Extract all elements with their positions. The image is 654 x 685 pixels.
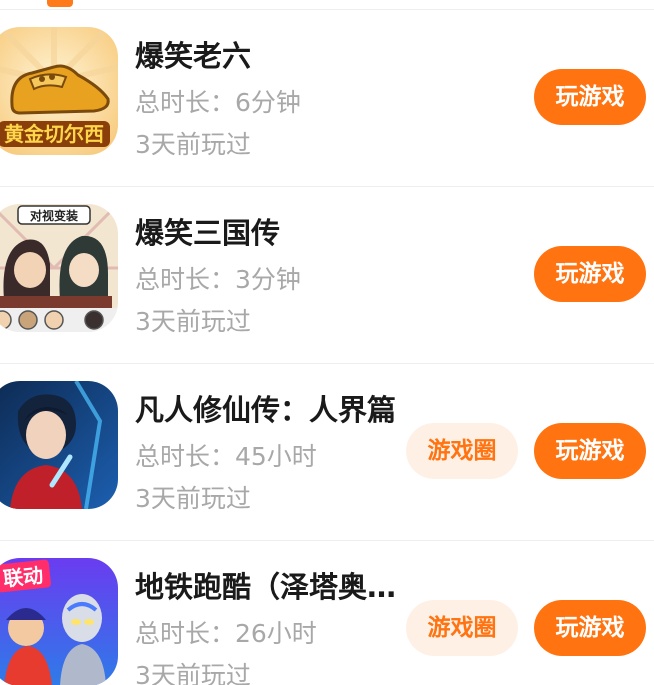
game-title[interactable]: 爆笑三国传 [135,213,397,253]
play-time: 总时长：26小时 [135,619,317,648]
game-title[interactable]: 爆笑老六 [135,36,397,76]
game-circle-button[interactable]: 游戏圈 [406,600,518,656]
play-game-button[interactable]: 玩游戏 [534,69,646,125]
subway-surfers-icon[interactable]: 联动 [0,558,118,685]
last-played: 3天前玩过 [135,130,251,159]
three-kingdoms-icon[interactable]: 对视变装 [0,204,118,332]
game-row[interactable]: 黄金切尔西 爆笑老六 总时长：6分钟 3天前玩过 玩游戏 [0,10,654,187]
game-row[interactable]: 联动 地铁跑酷（泽塔奥特曼联动） 总时长：26小时 3天前玩过 游戏圈 玩游戏 [0,541,654,685]
play-game-button[interactable]: 玩游戏 [534,246,646,302]
tab-indicator [47,0,73,7]
last-played: 3天前玩过 [135,661,251,685]
play-time: 总时长：45小时 [135,442,317,471]
last-played: 3天前玩过 [135,484,251,513]
recent-games-page: 黄金切尔西 爆笑老六 总时长：6分钟 3天前玩过 玩游戏 对视变装 爆笑三国传 … [0,0,654,685]
golden-shoe-icon[interactable]: 黄金切尔西 [0,27,118,155]
play-game-button[interactable]: 玩游戏 [534,600,646,656]
immortal-hero-icon[interactable] [0,381,118,509]
icon-caption: 对视变装 [30,208,78,223]
game-circle-button[interactable]: 游戏圈 [406,423,518,479]
icon-caption: 黄金切尔西 [4,122,104,146]
game-title[interactable]: 凡人修仙传：人界篇 [135,390,397,430]
icon-caption: 联动 [2,563,44,591]
last-played: 3天前玩过 [135,307,251,336]
play-time: 总时长：3分钟 [135,265,301,294]
game-row[interactable]: 对视变装 爆笑三国传 总时长：3分钟 3天前玩过 玩游戏 [0,187,654,364]
play-game-button[interactable]: 玩游戏 [534,423,646,479]
play-time: 总时长：6分钟 [135,88,301,117]
game-title[interactable]: 地铁跑酷（泽塔奥特曼联动） [135,567,397,607]
game-row[interactable]: 凡人修仙传：人界篇 总时长：45小时 3天前玩过 游戏圈 玩游戏 [0,364,654,541]
